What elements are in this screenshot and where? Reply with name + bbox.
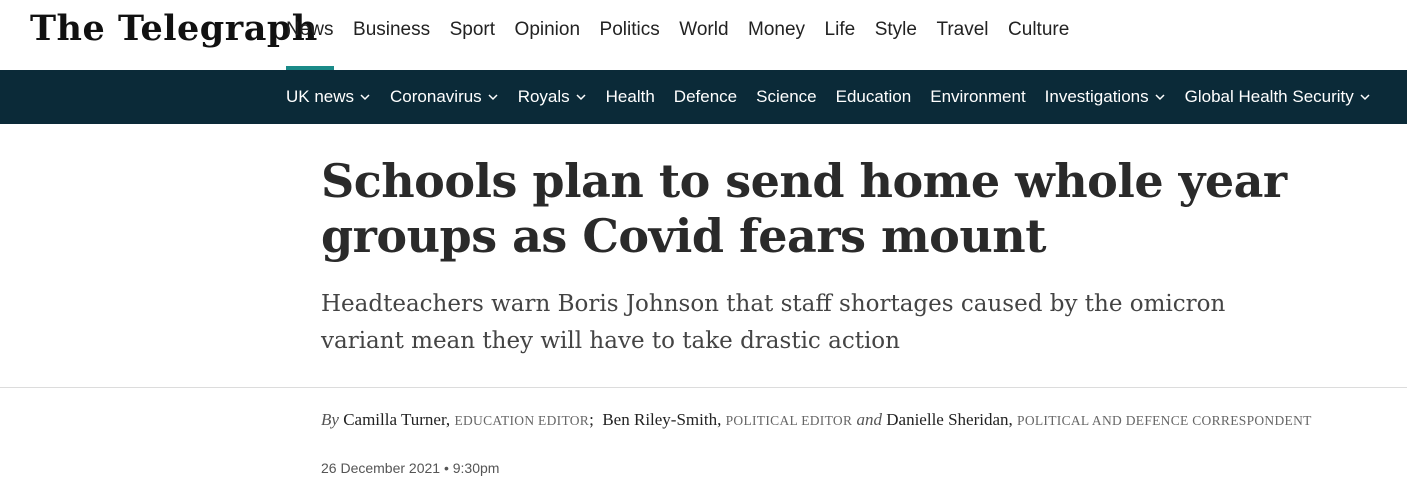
author-role: Political and Defence Correspondent [1017,413,1312,428]
subnav-label: Royals [517,87,570,106]
nav-style[interactable]: Style [875,0,917,70]
chevron-down-icon [576,94,586,101]
author-name[interactable]: Camilla Turner, [343,410,450,429]
subnav-label: Education [835,87,912,106]
section-nav: UK news Coronavirus Royals Health Defenc… [0,70,1407,124]
subnav-uk-news[interactable]: UK news [286,87,371,107]
section-nav-items: UK news Coronavirus Royals Health Defenc… [286,70,1390,124]
nav-travel[interactable]: Travel [936,0,988,70]
top-bar: The Telegraph News Business Sport Opinio… [0,0,1407,70]
publish-date: 26 December 2021 • 9:30pm [321,460,500,476]
subnav-education[interactable]: Education [836,87,912,107]
subnav-label: Environment [930,87,1026,106]
nav-world[interactable]: World [679,0,728,70]
byline: By Camilla Turner, Education Editor; Ben… [321,408,1321,432]
author-role: Political Editor [725,413,853,428]
subnav-label: Science [756,87,817,106]
divider [0,387,1407,388]
nav-culture[interactable]: Culture [1008,0,1069,70]
nav-business[interactable]: Business [353,0,430,70]
byline-conjunction: and [856,410,883,429]
subnav-label: Global Health Security [1184,87,1354,106]
article-headline: Schools plan to send home whole year gro… [321,154,1287,263]
author-role: Education Editor [454,413,590,428]
telegraph-logo[interactable]: The Telegraph [30,8,318,49]
chevron-down-icon [488,94,498,101]
nav-sport[interactable]: Sport [450,0,495,70]
subnav-global-health-security[interactable]: Global Health Security [1185,87,1371,107]
chevron-down-icon [1360,94,1370,101]
subnav-label: UK news [286,87,355,106]
nav-politics[interactable]: Politics [600,0,660,70]
nav-money[interactable]: Money [748,0,805,70]
subnav-investigations[interactable]: Investigations [1045,87,1166,107]
nav-opinion[interactable]: Opinion [515,0,581,70]
subnav-health[interactable]: Health [606,87,655,107]
chevron-down-icon [360,94,370,101]
subnav-environment[interactable]: Environment [930,87,1025,107]
author-name[interactable]: Danielle Sheridan, [886,410,1013,429]
subnav-label: Health [605,87,655,106]
subnav-science[interactable]: Science [756,87,816,107]
byline-prefix: By [321,410,339,429]
subnav-coronavirus[interactable]: Coronavirus [390,87,499,107]
subnav-royals[interactable]: Royals [518,87,587,107]
author-name[interactable]: Ben Riley-Smith, [602,410,721,429]
subnav-label: Investigations [1044,87,1149,106]
subnav-defence[interactable]: Defence [674,87,737,107]
byline-separator: ; [589,410,594,429]
subnav-label: Coronavirus [390,87,482,106]
nav-life[interactable]: Life [825,0,856,70]
subnav-label: Defence [673,87,738,106]
nav-news[interactable]: News [286,0,334,70]
chevron-down-icon [1155,94,1165,101]
article-standfirst: Headteachers warn Boris Johnson that sta… [321,291,1226,354]
primary-nav: News Business Sport Opinion Politics Wor… [286,0,1089,70]
